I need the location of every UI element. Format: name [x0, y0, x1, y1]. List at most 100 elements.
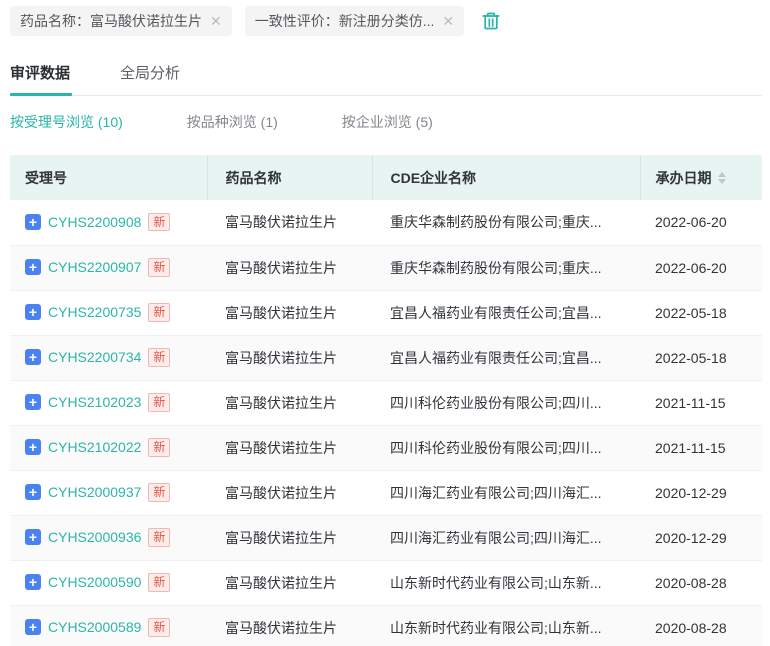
- company-cell: 四川海汇药业有限公司;四川海汇...: [372, 515, 640, 561]
- acceptance-no-cell: + CYHS2000590 新: [10, 560, 207, 606]
- date-cell: 2022-06-20: [640, 245, 762, 291]
- company-cell: 四川科伦药业股份有限公司;四川...: [372, 425, 640, 471]
- acceptance-no-cell: + CYHS2200735 新: [10, 290, 207, 336]
- company-cell: 重庆华森制药股份有限公司;重庆...: [372, 200, 640, 246]
- tab-review-data[interactable]: 审评数据: [10, 62, 73, 96]
- date-cell: 2021-11-15: [640, 380, 762, 426]
- subtab-by-variety[interactable]: 按品种浏览 (1): [187, 112, 278, 132]
- drug-name-cell: 富马酸伏诺拉生片: [207, 470, 372, 516]
- acceptance-number-link[interactable]: CYHS2102022: [48, 439, 141, 455]
- new-badge: 新: [148, 393, 171, 412]
- drug-name-cell: 富马酸伏诺拉生片: [207, 245, 372, 291]
- acceptance-number-link[interactable]: CYHS2200734: [48, 349, 141, 365]
- new-badge: 新: [148, 258, 171, 277]
- table-body: + CYHS2200908 新富马酸伏诺拉生片 重庆华森制药股份有限公司;重庆... 2…: [10, 200, 762, 646]
- review-table: 受理号 药品名称 CDE企业名称 承办日期 + CYHS2200908 新富马酸伏诺…: [10, 155, 762, 646]
- main-tabs: 审评数据 全局分析: [10, 62, 762, 96]
- acceptance-no-cell: + CYHS2200734 新: [10, 335, 207, 381]
- company-cell: 宜昌人福药业有限责任公司;宜昌...: [372, 335, 640, 381]
- acceptance-number-link[interactable]: CYHS2102023: [48, 394, 141, 410]
- table-header-row: 受理号 药品名称 CDE企业名称 承办日期: [10, 155, 762, 200]
- close-icon[interactable]: ✕: [210, 14, 222, 28]
- company-cell: 四川海汇药业有限公司;四川海汇...: [372, 470, 640, 516]
- company-cell: 宜昌人福药业有限责任公司;宜昌...: [372, 290, 640, 336]
- new-badge: 新: [148, 213, 171, 232]
- expand-row-button[interactable]: +: [25, 394, 41, 411]
- date-cell: 2020-08-28: [640, 605, 762, 646]
- subtab-by-company[interactable]: 按企业浏览 (5): [342, 112, 433, 132]
- table-row: + CYHS2000590 新 富马酸伏诺拉生片 山东新时代药业有限公司;山东新... 2…: [10, 560, 762, 606]
- tab-global-analysis[interactable]: 全局分析: [120, 62, 182, 95]
- date-cell: 2020-08-28: [640, 560, 762, 606]
- acceptance-number-link[interactable]: CYHS2000590: [48, 574, 141, 590]
- drug-name-cell: 富马酸伏诺拉生片: [207, 380, 372, 426]
- expand-row-button[interactable]: +: [25, 484, 41, 501]
- company-cell: 四川科伦药业股份有限公司;四川...: [372, 380, 640, 426]
- drug-name-cell: 富马酸伏诺拉生片: [207, 290, 372, 336]
- sort-icon[interactable]: [717, 171, 726, 184]
- expand-row-button[interactable]: +: [25, 439, 41, 456]
- col-header-acceptance-no: 受理号: [10, 155, 208, 200]
- acceptance-no-cell: + CYHS2200908 新: [10, 200, 207, 246]
- table-row: + CYHS2200907 新 富马酸伏诺拉生片 重庆华森制药股份有限公司;重庆... 2…: [10, 245, 762, 291]
- table-row: + CYHS2102023 新 富马酸伏诺拉生片 四川科伦药业股份有限公司;四川... 2…: [10, 380, 762, 426]
- col-header-drug-name: 药品名称: [207, 155, 373, 200]
- table-row: + CYHS2000589 新 富马酸伏诺拉生片 山东新时代药业有限公司;山东新... 2…: [10, 605, 762, 646]
- expand-row-button[interactable]: +: [25, 259, 41, 276]
- drug-name-cell: 富马酸伏诺拉生片: [207, 425, 372, 471]
- filter-tag-drug-name: 药品名称：富马酸伏诺拉生片 ✕: [10, 6, 232, 36]
- close-icon[interactable]: ✕: [442, 14, 454, 28]
- acceptance-no-cell: + CYHS2000937 新: [10, 470, 207, 516]
- table-row: + CYHS2200735 新 富马酸伏诺拉生片 宜昌人福药业有限责任公司;宜昌... 2…: [10, 290, 762, 336]
- new-badge: 新: [148, 528, 171, 547]
- acceptance-number-link[interactable]: CYHS2200907: [48, 259, 141, 275]
- date-cell: 2020-12-29: [640, 470, 762, 516]
- expand-row-button[interactable]: +: [25, 619, 41, 636]
- expand-row-button[interactable]: +: [25, 214, 41, 231]
- page: 药品名称：富马酸伏诺拉生片 ✕ 一致性评价：新注册分类仿... ✕ 审评数据 全…: [0, 0, 770, 646]
- expand-row-button[interactable]: +: [25, 304, 41, 321]
- sub-tabs: 按受理号浏览 (10) 按品种浏览 (1) 按企业浏览 (5): [10, 112, 762, 132]
- filter-bar: 药品名称：富马酸伏诺拉生片 ✕ 一致性评价：新注册分类仿... ✕: [10, 6, 762, 36]
- col-header-date-label: 承办日期: [655, 169, 712, 186]
- drug-name-cell: 富马酸伏诺拉生片: [207, 560, 372, 606]
- table-row: + CYHS2200734 新 富马酸伏诺拉生片 宜昌人福药业有限责任公司;宜昌... 2…: [10, 335, 762, 381]
- trash-icon[interactable]: [481, 10, 501, 32]
- company-cell: 山东新时代药业有限公司;山东新...: [372, 560, 640, 606]
- acceptance-number-link[interactable]: CYHS2200908: [48, 214, 141, 230]
- table-row: + CYHS2000937 新 富马酸伏诺拉生片 四川海汇药业有限公司;四川海汇... 2…: [10, 470, 762, 516]
- col-header-date: 承办日期: [640, 155, 762, 200]
- new-badge: 新: [148, 303, 171, 322]
- acceptance-no-cell: + CYHS2000936 新: [10, 515, 207, 561]
- new-badge: 新: [148, 618, 171, 637]
- drug-name-cell: 富马酸伏诺拉生片: [207, 605, 372, 646]
- col-header-cde-company: CDE企业名称: [372, 155, 641, 200]
- expand-row-button[interactable]: +: [25, 574, 41, 591]
- new-badge: 新: [148, 438, 171, 457]
- subtab-by-acceptance-no[interactable]: 按受理号浏览 (10): [10, 112, 123, 132]
- company-cell: 重庆华森制药股份有限公司;重庆...: [372, 245, 640, 291]
- date-cell: 2022-05-18: [640, 290, 762, 336]
- filter-tag-consistency-eval: 一致性评价：新注册分类仿... ✕: [244, 6, 465, 36]
- acceptance-number-link[interactable]: CYHS2200735: [48, 304, 141, 320]
- table-row: + CYHS2000936 新 富马酸伏诺拉生片 四川海汇药业有限公司;四川海汇... 2…: [10, 515, 762, 561]
- acceptance-no-cell: + CYHS2000589 新: [10, 605, 207, 646]
- new-badge: 新: [148, 348, 171, 367]
- date-cell: 2022-05-18: [640, 335, 762, 381]
- drug-name-cell: 富马酸伏诺拉生片: [207, 515, 372, 561]
- company-cell: 山东新时代药业有限公司;山东新...: [372, 605, 640, 646]
- table-row: + CYHS2102022 新 富马酸伏诺拉生片 四川科伦药业股份有限公司;四川... 2…: [10, 425, 762, 471]
- table-row: + CYHS2200908 新 富马酸伏诺拉生片 重庆华森制药股份有限公司;重庆... 2…: [10, 200, 762, 246]
- acceptance-no-cell: + CYHS2200907 新: [10, 245, 207, 291]
- new-badge: 新: [148, 483, 171, 502]
- new-badge: 新: [148, 573, 171, 592]
- drug-name-cell: 富马酸伏诺拉生片: [207, 200, 372, 246]
- date-cell: 2021-11-15: [640, 425, 762, 471]
- filter-tag-label: 一致性评价：新注册分类仿...: [254, 13, 435, 29]
- acceptance-number-link[interactable]: CYHS2000937: [48, 484, 141, 500]
- date-cell: 2022-06-20: [640, 200, 762, 246]
- acceptance-number-link[interactable]: CYHS2000589: [48, 619, 141, 635]
- expand-row-button[interactable]: +: [25, 529, 41, 546]
- expand-row-button[interactable]: +: [25, 349, 41, 366]
- acceptance-number-link[interactable]: CYHS2000936: [48, 529, 141, 545]
